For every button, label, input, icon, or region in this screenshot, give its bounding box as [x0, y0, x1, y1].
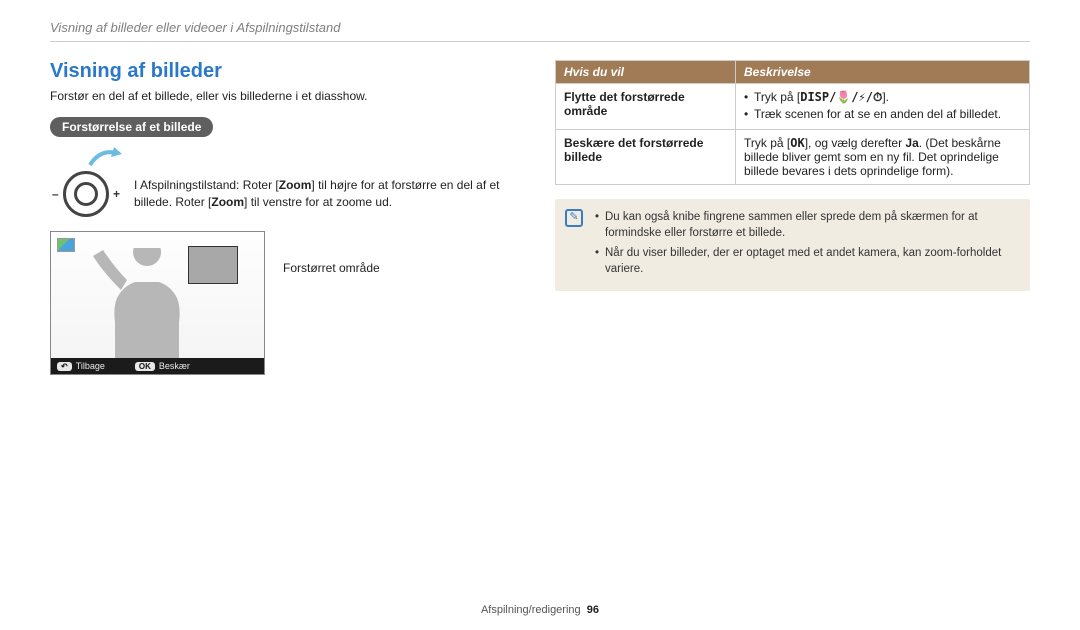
row1-head: Flytte det forstørrede område — [556, 84, 736, 130]
back-label: Tilbage — [76, 361, 105, 371]
subsection-pill: Forstørrelse af et billede — [50, 117, 213, 137]
plus-icon: + — [113, 187, 120, 201]
table-row: Flytte det forstørrede område Tryk på [D… — [556, 84, 1030, 130]
minus-icon: – — [52, 187, 59, 201]
disp-buttons-icon: DISP/🌷/⚡/⏱ — [800, 90, 882, 104]
row2-head: Beskære det forstørrede billede — [556, 130, 736, 185]
row1-body: Tryk på [DISP/🌷/⚡/⏱]. Træk scenen for at… — [736, 84, 1030, 130]
table-header-left: Hvis du vil — [556, 61, 736, 84]
note-item: Når du viser billeder, der er optaget me… — [595, 245, 1018, 277]
page-footer: Afspilning/redigering 96 — [0, 604, 1080, 616]
note-item: Du kan også knibe fingrene sammen eller … — [595, 209, 1018, 241]
ok-key-icon: OK — [135, 362, 155, 371]
note-icon: ✎ — [565, 209, 583, 227]
preview-frame: ↶ Tilbage OK Beskær — [50, 231, 265, 375]
zoom-dial-illustration: – + — [50, 153, 122, 217]
section-title: Visning af billeder — [50, 60, 525, 83]
zoom-box-caption: Forstørret område — [283, 231, 380, 275]
row2-body: Tryk på [OK], og vælg derefter Ja. (Det … — [736, 130, 1030, 185]
left-column: Visning af billeder Forstør en del af et… — [50, 60, 525, 375]
table-header-right: Beskrivelse — [736, 61, 1030, 84]
back-button[interactable]: ↶ Tilbage — [57, 361, 105, 371]
rotate-arrows-icon — [86, 147, 122, 169]
back-key-icon: ↶ — [57, 362, 72, 371]
table-row: Beskære det forstørrede billede Tryk på … — [556, 130, 1030, 185]
photo-icon — [57, 238, 75, 252]
ok-key-icon: OK — [790, 136, 804, 150]
footer-section: Afspilning/redigering — [481, 604, 581, 616]
right-column: Hvis du vil Beskrivelse Flytte det forst… — [555, 60, 1030, 375]
intro-text: Forstør en del af et billede, eller vis … — [50, 89, 525, 103]
actions-table: Hvis du vil Beskrivelse Flytte det forst… — [555, 60, 1030, 185]
crop-button[interactable]: OK Beskær — [135, 361, 190, 371]
breadcrumb: Visning af billeder eller videoer i Afsp… — [50, 20, 1030, 42]
zoom-instructions: I Afspilningstilstand: Roter [Zoom] til … — [134, 153, 525, 211]
crop-label: Beskær — [159, 361, 190, 371]
note-box: ✎ Du kan også knibe fingrene sammen elle… — [555, 199, 1030, 291]
zoom-region-box — [188, 246, 238, 284]
page-number: 96 — [587, 604, 599, 616]
